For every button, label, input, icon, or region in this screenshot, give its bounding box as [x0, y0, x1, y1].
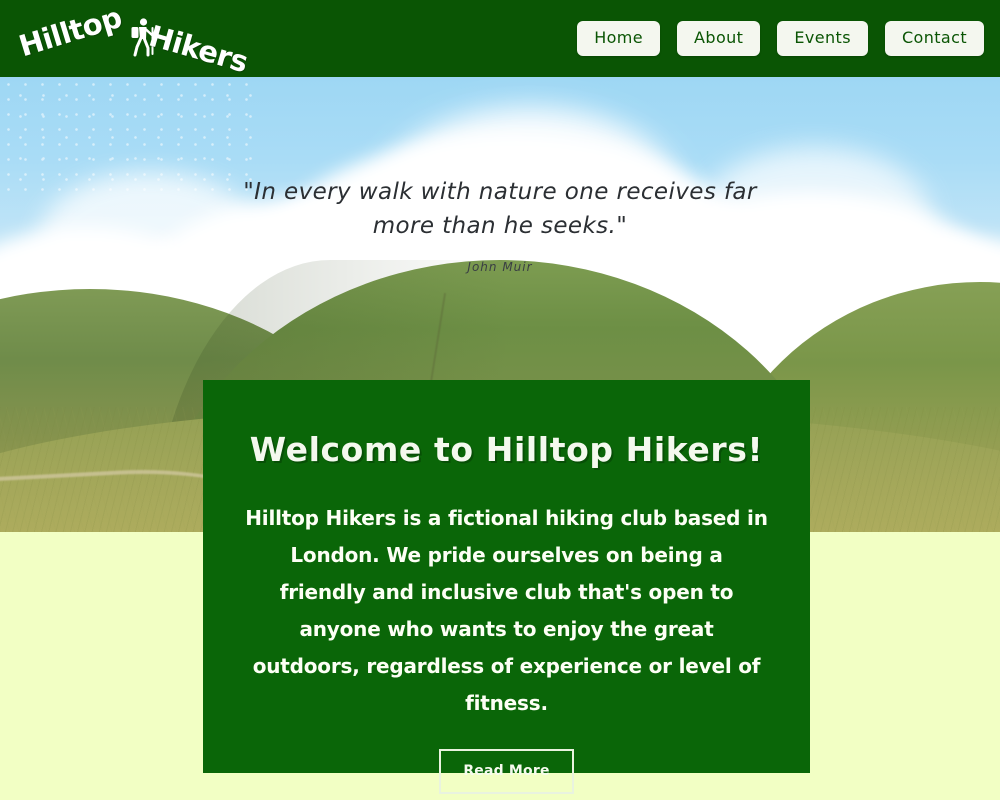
read-more-button[interactable]: Read More [439, 749, 574, 794]
site-header: Hilltop Hikers Home About Events Contact [0, 0, 1000, 80]
hero-quote: "In every walk with nature one receives … [0, 175, 1000, 274]
nav-item-home[interactable]: Home [577, 21, 661, 56]
welcome-card: Welcome to Hilltop Hikers! Hilltop Hiker… [203, 380, 810, 794]
quote-author: John Muir [467, 260, 533, 274]
quote-text: "In every walk with nature one receives … [243, 179, 757, 239]
main-navigation: Home About Events Contact [577, 0, 984, 77]
nav-item-about[interactable]: About [677, 21, 761, 56]
nav-item-events[interactable]: Events [777, 21, 868, 56]
logo-word-hilltop: Hilltop [15, 0, 126, 64]
nav-item-contact[interactable]: Contact [884, 21, 984, 56]
welcome-body-text: Hilltop Hikers is a fictional hiking clu… [245, 506, 768, 715]
page-title: Welcome to Hilltop Hikers! [249, 430, 764, 469]
logo-word-hikers: Hikers [145, 18, 252, 80]
site-logo[interactable]: Hilltop Hikers [14, 0, 264, 80]
